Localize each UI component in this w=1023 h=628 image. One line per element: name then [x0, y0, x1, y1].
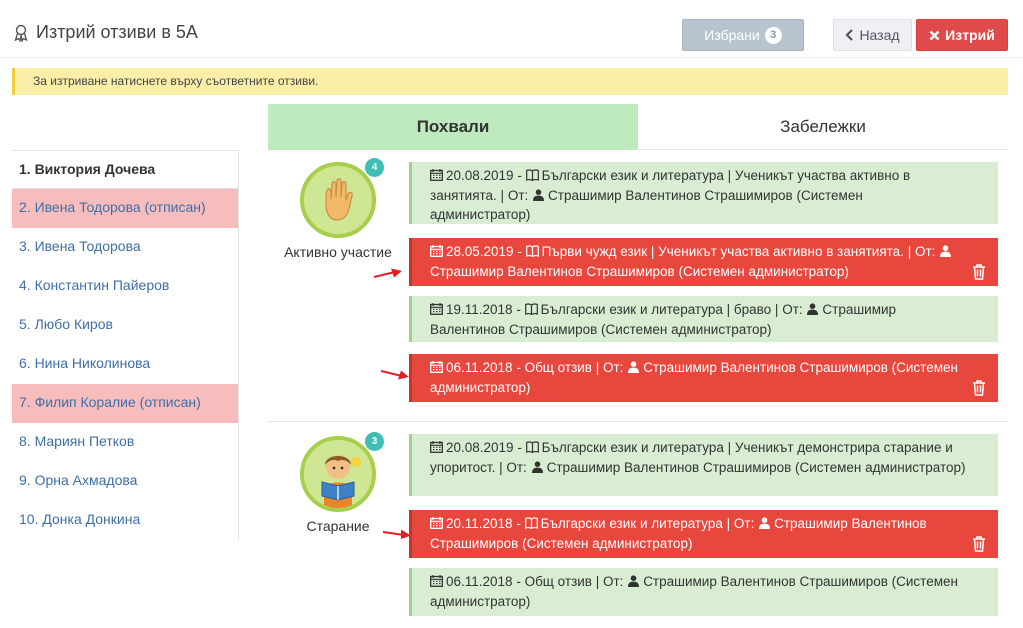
feedback-group-active-participation: 4 Активно участие 20.08.2019 - Български…: [268, 152, 1008, 422]
feedback-from-label: От:: [914, 244, 936, 259]
page-title-text: Изтрий отзиви в 5А: [36, 22, 198, 42]
user-icon: [533, 188, 545, 201]
calendar-icon: [430, 361, 443, 373]
back-button[interactable]: Назад: [833, 19, 912, 51]
feedback-item-selected[interactable]: 20.11.2018 - Български език и литература…: [409, 510, 998, 558]
feedback-date: 06.11.2018: [446, 574, 513, 589]
student-item-unsubscribed[interactable]: 2. Ивена Тодорова (отписан): [12, 189, 238, 228]
feedback-from-label: От:: [782, 302, 803, 317]
group-label: Активно участие: [284, 244, 392, 260]
feedback-item-selected[interactable]: 06.11.2018 - Общ отзив | От: Страшимир В…: [409, 354, 998, 402]
feedback-subject: Първи чужд език: [541, 244, 648, 259]
feedback-author: Страшимир Валентинов Страшимиров (Систем…: [430, 263, 849, 279]
chevron-left-icon: [845, 29, 854, 41]
feedback-subject: Български език и литература: [541, 168, 724, 183]
students-list: 1. Виктория Дочева 2. Ивена Тодорова (от…: [12, 150, 239, 540]
hand-icon: [304, 166, 372, 234]
student-item[interactable]: 6. Нина Николинова: [12, 345, 238, 384]
close-icon: [929, 30, 940, 40]
student-item[interactable]: 1. Виктория Дочева: [12, 150, 238, 189]
calendar-icon: [430, 245, 443, 257]
book-icon: [524, 517, 538, 529]
student-item[interactable]: 5. Любо Киров: [12, 306, 238, 345]
user-icon: [940, 245, 952, 257]
feedback-from-label: От:: [602, 360, 624, 375]
user-icon: [628, 575, 640, 587]
feedback-date: 20.08.2019: [446, 168, 514, 183]
selected-button[interactable]: Избрани 3: [682, 19, 804, 51]
feedback-subject: Български език и литература: [540, 302, 723, 317]
feedback-from-label: От:: [507, 187, 529, 203]
trash-icon[interactable]: [972, 380, 986, 396]
feedback-item[interactable]: 20.08.2019 - Български език и литература…: [409, 162, 998, 224]
group-medal: [300, 162, 376, 238]
feedback-text: браво: [733, 302, 772, 317]
feedback-item[interactable]: 19.11.2018 - Български език и литература…: [409, 296, 998, 342]
calendar-icon: [430, 169, 443, 181]
calendar-icon: [430, 441, 443, 453]
feedback-from-label: От:: [506, 459, 527, 475]
arrow-right-icon: [382, 529, 411, 539]
selected-count-badge: 3: [764, 26, 782, 44]
award-icon: [14, 24, 28, 42]
user-icon: [628, 361, 640, 373]
feedback-item-selected[interactable]: 28.05.2019 - Първи чужд език | Ученикът …: [409, 238, 998, 286]
feedback-subject: Български език и литература: [541, 440, 724, 455]
feedback-item[interactable]: 20.08.2019 - Български език и литература…: [409, 434, 998, 496]
delete-label: Изтрий: [945, 27, 995, 43]
feedback-date: 20.08.2019: [446, 440, 514, 455]
group-badge: 3 Старание: [268, 432, 408, 534]
tab-remarks[interactable]: Забележки: [638, 104, 1008, 150]
group-count-badge: 4: [365, 158, 384, 177]
feedback-from-label: От:: [733, 516, 755, 531]
calendar-icon: [430, 517, 443, 529]
arrow-right-icon: [373, 268, 402, 278]
feedback-date: 20.11.2018: [446, 516, 513, 531]
student-item[interactable]: 3. Ивена Тодорова: [12, 228, 238, 267]
feedback-date: 06.11.2018: [446, 360, 513, 375]
group-count-badge: 3: [365, 432, 384, 451]
user-icon: [807, 303, 819, 315]
user-icon: [759, 517, 771, 529]
feedback-general: Общ отзив: [524, 360, 592, 375]
calendar-icon: [430, 575, 443, 587]
feedback-author: Страшимир Валентинов Страшимиров (Систем…: [546, 459, 966, 475]
user-icon: [531, 460, 543, 473]
feedback-tabs: Похвали Забележки: [268, 104, 1008, 150]
trash-icon[interactable]: [972, 264, 986, 280]
feedback-date: 28.05.2019: [446, 244, 514, 259]
book-icon: [525, 169, 539, 181]
group-badge: 4 Активно участие: [268, 158, 408, 260]
student-item[interactable]: 8. Мариян Петков: [12, 423, 238, 462]
page-title: Изтрий отзиви в 5А: [12, 22, 198, 43]
back-label: Назад: [859, 27, 900, 43]
delete-button[interactable]: Изтрий: [916, 19, 1008, 51]
reading-boy-icon: [304, 440, 372, 508]
feedback-group-diligence: 3 Старание 20.08.2019 - Български език и…: [268, 424, 1008, 624]
feedback-item[interactable]: 06.11.2018 - Общ отзив | От: Страшимир В…: [409, 568, 998, 616]
feedback-subject: Български език и литература: [540, 516, 723, 531]
selected-label: Избрани: [704, 27, 760, 43]
instruction-notice: За изтриване натиснете върху съответните…: [12, 68, 1008, 95]
calendar-icon: [430, 303, 443, 315]
tab-praise[interactable]: Похвали: [268, 104, 638, 150]
group-medal: [300, 436, 376, 512]
feedback-from-label: От:: [602, 574, 624, 589]
book-icon: [525, 245, 539, 257]
book-icon: [524, 303, 538, 315]
arrow-right-icon: [380, 370, 409, 380]
feedback-general: Общ отзив: [524, 574, 592, 589]
trash-icon[interactable]: [972, 536, 986, 552]
page-header: Изтрий отзиви в 5А Избрани 3 Назад Изтри…: [0, 0, 1023, 58]
book-icon: [525, 441, 539, 453]
student-item[interactable]: 9. Орна Ахмадова: [12, 462, 238, 501]
feedback-text: Ученикът участва активно в занятията.: [658, 244, 904, 259]
feedback-date: 19.11.2018: [446, 302, 513, 317]
student-item-unsubscribed[interactable]: 7. Филип Коралие (отписан): [12, 384, 238, 423]
student-item[interactable]: 4. Константин Пайеров: [12, 267, 238, 306]
student-item[interactable]: 10. Донка Донкина: [12, 501, 238, 540]
